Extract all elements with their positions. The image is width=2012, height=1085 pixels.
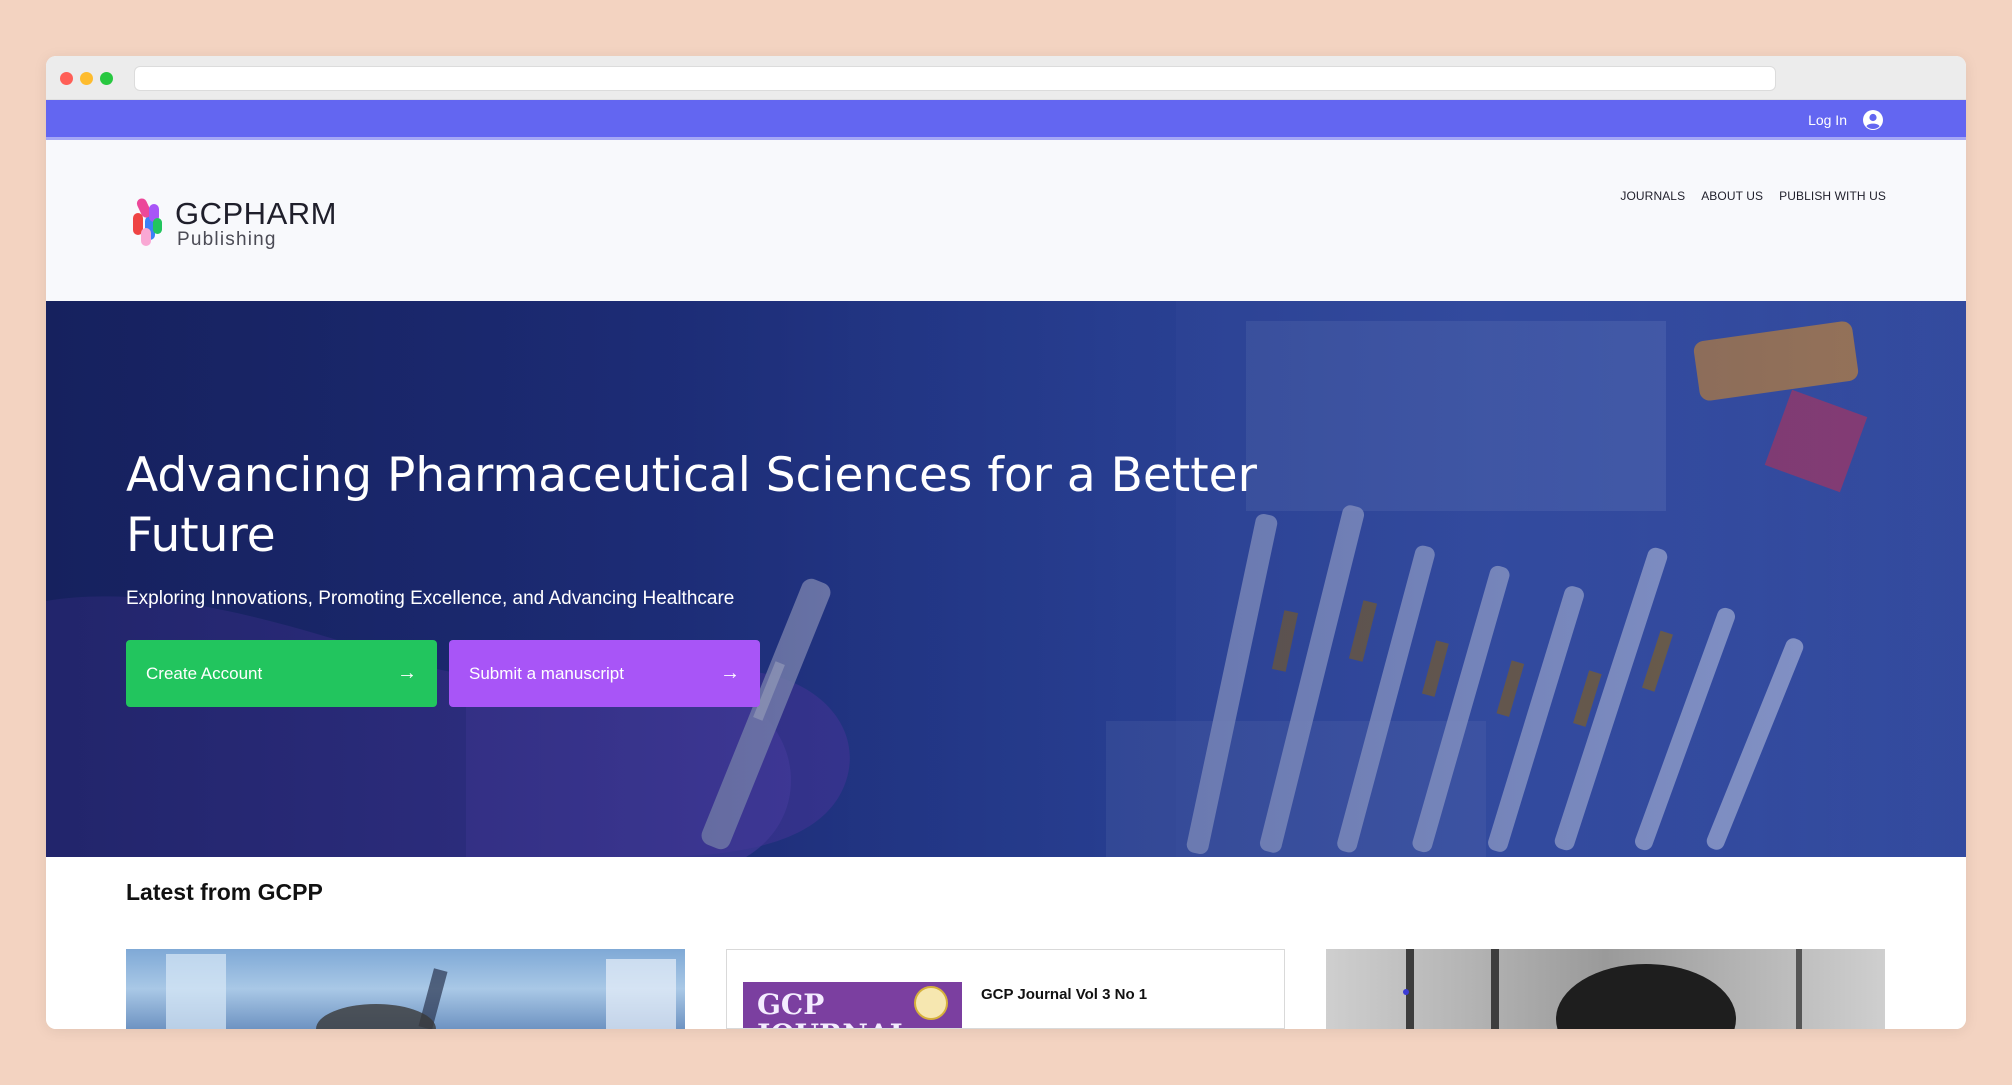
site-header: GCPHARM Publishing JOURNALS ABOUT US PUB…	[46, 140, 1966, 301]
nav-publish-with-us[interactable]: PUBLISH WITH US	[1779, 189, 1886, 203]
login-link[interactable]: Log In	[1808, 112, 1847, 128]
brand-tagline: Publishing	[177, 229, 277, 250]
nav-journals[interactable]: JOURNALS	[1620, 189, 1685, 203]
maximize-window-button[interactable]	[100, 72, 113, 85]
user-account-icon[interactable]	[1862, 109, 1884, 131]
main-nav: JOURNALS ABOUT US PUBLISH WITH US	[1620, 189, 1886, 203]
latest-card-journal[interactable]: GCP JOURNAL GCP Journal Vol 3 No 1	[726, 949, 1285, 1029]
arrow-right-icon: →	[720, 662, 740, 684]
journal-seal-icon	[914, 986, 948, 1020]
top-bar: Log In	[46, 100, 1966, 140]
nav-about-us[interactable]: ABOUT US	[1701, 189, 1763, 203]
create-account-label: Create Account	[146, 663, 263, 683]
submit-manuscript-button[interactable]: Submit a manuscript →	[449, 640, 760, 707]
card-image	[166, 954, 676, 1029]
journal-cover-image: GCP JOURNAL	[743, 982, 962, 1028]
latest-card[interactable]	[126, 949, 685, 1029]
hero-title: Advancing Pharmaceutical Sciences for a …	[126, 448, 1257, 563]
latest-section: Latest from GCPP GCP JOURNAL GCP Journal…	[46, 857, 1966, 1029]
journal-card-title: GCP Journal Vol 3 No 1	[981, 986, 1148, 1003]
arrow-right-icon: →	[397, 662, 417, 684]
submit-manuscript-label: Submit a manuscript	[469, 663, 624, 683]
create-account-button[interactable]: Create Account →	[126, 640, 437, 707]
minimize-window-button[interactable]	[80, 72, 93, 85]
hero-subtitle: Exploring Innovations, Promoting Excelle…	[126, 588, 735, 609]
browser-window: Log In GCPHARM Publishing JOURNALS ABOUT…	[46, 56, 1966, 1029]
address-bar[interactable]	[134, 66, 1776, 91]
brand-name: GCPHARM	[175, 196, 337, 231]
latest-card[interactable]	[1326, 949, 1885, 1029]
hero-content: Advancing Pharmaceutical Sciences for a …	[126, 446, 1286, 707]
browser-chrome	[46, 56, 1966, 100]
site-logo[interactable]: GCPHARM Publishing	[131, 196, 361, 252]
hero-actions: Create Account → Submit a manuscript →	[126, 640, 1286, 707]
latest-section-title: Latest from GCPP	[126, 879, 323, 905]
logo-mark-icon	[133, 198, 162, 246]
card-image	[1403, 949, 1802, 1029]
hero-banner: Advancing Pharmaceutical Sciences for a …	[46, 301, 1966, 857]
close-window-button[interactable]	[60, 72, 73, 85]
